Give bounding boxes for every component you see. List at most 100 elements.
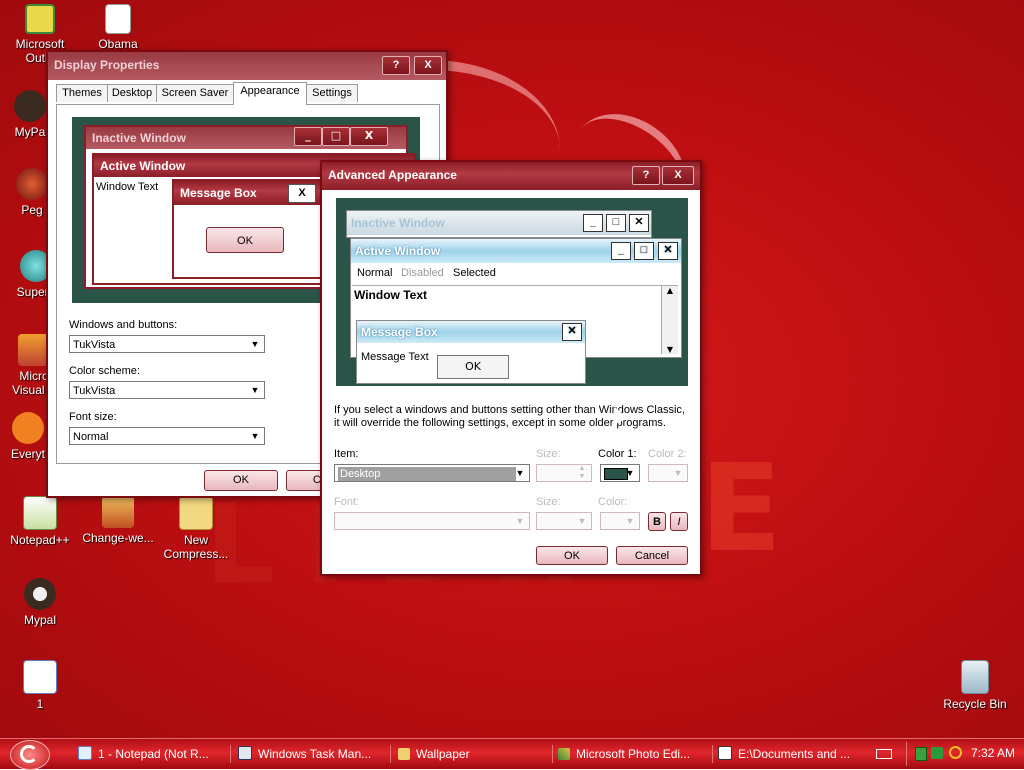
windows-buttons-label: Windows and buttons: [69, 319, 178, 331]
taskbar-item-label: Wallpaper [416, 747, 470, 761]
adv-preview-inactive-titlebar: Inactive Window _ □ ✕ [347, 211, 651, 235]
adv-preview-message-titlebar: Message Box ✕ [357, 321, 585, 343]
photo-editor-icon [558, 748, 570, 760]
desktop-icon-new-compressed[interactable]: New Compress... [156, 496, 236, 561]
desktop-icon-recycle-bin[interactable]: Recycle Bin [935, 660, 1015, 711]
chevron-down-icon: ▼ [625, 516, 635, 526]
minimize-icon: _ [294, 127, 322, 146]
task-manager-icon [238, 746, 252, 760]
tab-settings[interactable]: Settings [306, 84, 358, 102]
scroll-down-icon: ▼ [666, 345, 674, 354]
windows-buttons-value: TukVista [73, 339, 116, 351]
chevron-down-icon: ▼ [250, 431, 260, 441]
advanced-preview: Inactive Window _ □ ✕ Active Window _ □ … [336, 198, 688, 386]
taskbar-item-photo-editor[interactable]: Microsoft Photo Edi... [558, 743, 708, 765]
adv-preview-message-title: Message Box [361, 325, 438, 339]
preview-inactive-title: Inactive Window [92, 131, 186, 145]
minimize-icon: _ [611, 242, 631, 260]
close-button[interactable]: X [662, 166, 694, 185]
desktop-icon-label: Obama [98, 37, 138, 51]
network-icon[interactable] [915, 747, 927, 761]
close-icon: ✕ [658, 242, 678, 260]
color1-label: Color 1: [598, 448, 637, 460]
peg-icon [16, 168, 48, 200]
item-label: Item: [334, 448, 359, 460]
clock[interactable]: 7:32 AM [971, 742, 1015, 764]
desktop-icon-1[interactable]: 1 [0, 660, 80, 711]
bold-button[interactable]: B [648, 512, 666, 531]
color2-label: Color 2: [648, 448, 687, 460]
tab-desktop[interactable]: Desktop [107, 84, 157, 102]
item-select[interactable]: Desktop ▼ [334, 464, 530, 482]
taskbar-separator [712, 745, 713, 763]
font-size-select[interactable]: ▼ [536, 512, 592, 530]
preview-window-text: Window Text [96, 181, 159, 193]
taskbar-item-zip-app[interactable]: E:\Documents and ... [718, 743, 868, 765]
info-text: If you select a windows and buttons sett… [334, 404, 685, 416]
ok-button[interactable]: OK [204, 470, 278, 491]
tab-themes[interactable]: Themes [56, 84, 108, 102]
taskbar-separator [552, 745, 553, 763]
image-file-icon [105, 4, 131, 34]
help-button[interactable]: ? [632, 166, 660, 185]
taskbar-item-wallpaper[interactable]: Wallpaper [398, 743, 548, 765]
tab-appearance[interactable]: Appearance [233, 82, 307, 105]
ok-button[interactable]: OK [536, 546, 608, 565]
desktop-icon-change-we[interactable]: Change-we... [78, 496, 158, 545]
adv-preview-window-text: Window Text [354, 288, 427, 302]
desktop-icon-mypal[interactable]: Mypal [0, 578, 80, 627]
color2-picker[interactable]: ▼ [648, 464, 688, 482]
adv-preview-ok-button: OK [437, 355, 509, 379]
change-we-icon [102, 496, 134, 528]
size-spinner[interactable]: ▲ ▼ [536, 464, 592, 482]
help-button[interactable]: ? [382, 56, 410, 75]
start-button[interactable] [10, 740, 50, 770]
taskbar: 1 - Notepad (Not R... Windows Task Man..… [0, 738, 1024, 770]
minimize-icon: _ [583, 214, 603, 232]
close-button[interactable]: X [414, 56, 442, 75]
advanced-appearance-titlebar[interactable]: Advanced Appearance ? X [322, 162, 700, 190]
font-select[interactable]: ▼ [334, 512, 530, 530]
taskbar-item-notepad[interactable]: 1 - Notepad (Not R... [78, 743, 226, 765]
taskbar-item-label: Microsoft Photo Edi... [576, 747, 691, 761]
tray-app-icon[interactable] [931, 747, 943, 759]
font-size-select[interactable]: Normal ▼ [69, 427, 265, 445]
item-value: Desktop [338, 467, 516, 481]
font-color-label: Color: [598, 496, 628, 508]
advanced-appearance-window: Advanced Appearance ? X Inactive Window … [320, 160, 702, 576]
desktop-icon-label: Change-we... [82, 531, 154, 545]
tab-screen-saver[interactable]: Screen Saver [156, 84, 234, 102]
font-size-label: Size: [536, 496, 561, 508]
font-color-picker[interactable]: ▼ [600, 512, 640, 530]
background-logo-text: E [700, 440, 788, 579]
close-icon: X [288, 184, 316, 203]
font-size-value: Normal [73, 431, 109, 443]
display-properties-titlebar[interactable]: Display Properties ? X [48, 52, 446, 80]
keyboard-icon[interactable] [876, 749, 892, 759]
preview-message-box: Message Box X OK [172, 179, 324, 279]
adv-preview-inactive-title: Inactive Window [351, 216, 445, 230]
close-icon: ✕ [629, 214, 649, 232]
adv-preview-message-box: Message Box ✕ Message Text OK [356, 320, 586, 384]
color-scheme-select[interactable]: TukVista ▼ [69, 381, 265, 399]
desktop-icon-label: 1 [36, 697, 44, 711]
scroll-up-icon: ▲ [666, 286, 674, 295]
desktop-icon-label: Microsoft [15, 37, 65, 51]
menu-item-normal: Normal [357, 267, 393, 279]
desktop-icon-notepadpp[interactable]: Notepad++ [0, 496, 80, 547]
color-scheme-value: TukVista [73, 385, 116, 397]
search-icon[interactable] [949, 746, 962, 759]
taskbar-item-task-manager[interactable]: Windows Task Man... [238, 743, 388, 765]
notepad-icon [78, 746, 92, 760]
desktop-icon-obama[interactable]: Obama [78, 4, 158, 51]
font-label: Font: [334, 496, 360, 508]
outlook-icon [25, 4, 55, 34]
windows-buttons-select[interactable]: TukVista ▼ [69, 335, 265, 353]
cancel-button[interactable]: Cancel [616, 546, 688, 565]
mypal-icon [24, 578, 56, 610]
desktop: E LIBR Microsoft Outlo Obama MyPa Peg Su… [0, 0, 1024, 738]
maximize-icon: □ [634, 242, 654, 260]
color1-picker[interactable]: ▼ [600, 464, 640, 482]
adv-preview-message-text: Message Text [361, 351, 429, 363]
italic-button[interactable]: I [670, 512, 688, 531]
